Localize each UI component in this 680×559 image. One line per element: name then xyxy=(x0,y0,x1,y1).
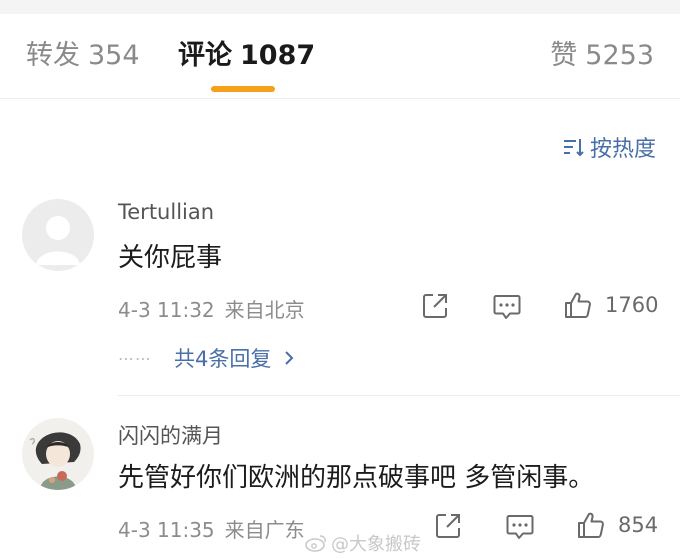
active-tab-indicator xyxy=(211,86,275,92)
share-icon xyxy=(423,294,447,318)
comment-source: 来自广东 xyxy=(224,518,305,542)
comment-source: 来自北京 xyxy=(224,298,305,322)
avatar[interactable] xyxy=(22,199,94,271)
tab-comments[interactable]: 评论 1087 xyxy=(178,40,315,72)
share-icon xyxy=(436,514,460,538)
thumbs-up-icon xyxy=(578,512,604,538)
user-avatar-illustration xyxy=(22,418,94,490)
reply-button[interactable] xyxy=(492,293,522,321)
comment-meta: 4-3 11:32 来自北京 xyxy=(118,294,305,323)
tab-comments-count: 1087 xyxy=(240,40,316,71)
chevron-right-icon xyxy=(285,351,294,365)
tab-likes-label: 赞 xyxy=(550,40,578,71)
comment-text: 先管好你们欧洲的那点破事吧 多管闲事。 xyxy=(118,463,595,493)
tab-repost-label: 转发 xyxy=(26,40,80,71)
tab-repost[interactable]: 转发 354 xyxy=(26,40,140,72)
reply-dots: ⋯⋯ xyxy=(118,348,152,368)
status-strip xyxy=(0,0,680,14)
comment-divider xyxy=(118,395,680,396)
watermark: @大象搬砖 xyxy=(305,530,421,556)
thumbs-up-icon xyxy=(565,292,591,318)
comment-date: 4-3 11:35 xyxy=(118,518,215,542)
sort-icon xyxy=(563,139,584,157)
tab-bar: 转发 354 评论 1087 赞 5253 xyxy=(0,14,680,99)
reply-button[interactable] xyxy=(505,513,535,541)
share-button[interactable] xyxy=(434,512,462,540)
share-button[interactable] xyxy=(421,292,449,320)
like-button[interactable]: 854 xyxy=(576,510,658,540)
default-avatar-icon xyxy=(22,199,94,271)
tab-comments-label: 评论 xyxy=(178,40,232,71)
like-count: 854 xyxy=(618,513,659,537)
comment-username[interactable]: 闪闪的满月 xyxy=(118,420,223,450)
comment-meta: 4-3 11:35 来自广东 xyxy=(118,514,305,543)
sort-button[interactable]: 按热度 xyxy=(562,132,656,162)
tab-likes-count: 5253 xyxy=(585,40,654,71)
comment-text: 关你屁事 xyxy=(118,243,223,273)
comment-icon xyxy=(506,515,534,539)
like-count: 1760 xyxy=(605,293,659,317)
watermark-text: @大象搬砖 xyxy=(331,534,421,555)
weibo-logo-icon xyxy=(305,535,326,552)
like-button[interactable]: 1760 xyxy=(563,290,658,320)
sort-label: 按热度 xyxy=(589,137,656,162)
comment-date: 4-3 11:32 xyxy=(118,298,215,322)
replies-label: 共4条回复 xyxy=(174,347,272,371)
tab-likes[interactable]: 赞 5253 xyxy=(550,40,654,72)
tab-repost-count: 354 xyxy=(88,40,140,71)
comment-icon xyxy=(493,295,521,319)
avatar[interactable] xyxy=(22,418,94,490)
comment-username[interactable]: Tertullian xyxy=(118,200,214,224)
view-replies-link[interactable]: ⋯⋯ 共4条回复 xyxy=(118,343,297,373)
